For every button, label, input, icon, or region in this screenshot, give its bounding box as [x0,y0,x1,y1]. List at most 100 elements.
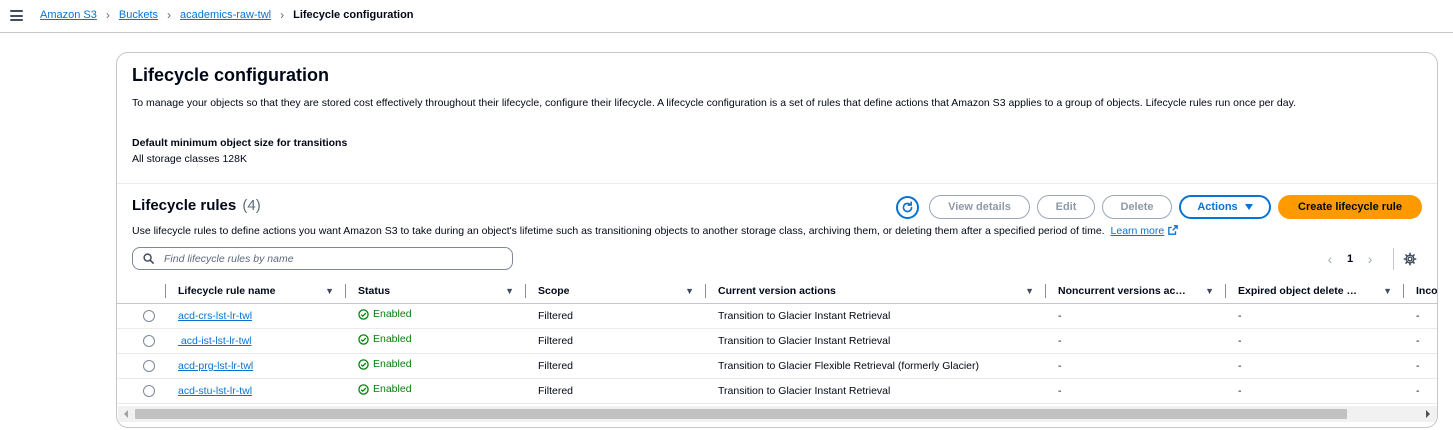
expired-object-delete-cell: - [1226,353,1404,379]
lifecycle-rules-heading: Lifecycle rules (4) [132,197,261,214]
column-header-noncurrent-versions-actions[interactable]: Noncurrent versions ac… ▼ [1046,279,1226,304]
column-header-expired-object-delete[interactable]: Expired object delete … ▼ [1226,279,1404,304]
column-header-current-version-actions[interactable]: Current version actions ▼ [706,279,1046,304]
top-navigation-bar: Amazon S3 › Buckets › academics-raw-twl … [0,0,1453,33]
scroll-left-arrow-icon[interactable] [124,410,128,418]
learn-more-label: Learn more [1110,225,1165,237]
breadcrumb-link-bucket[interactable]: academics-raw-twl [180,9,271,21]
expired-object-delete-cell: - [1226,303,1404,329]
sort-icon[interactable]: ▼ [1205,286,1214,296]
rule-name-link[interactable]: acd-prg-lst-lr-twl [178,360,253,372]
column-label: Lifecycle rule name [178,284,276,297]
caret-down-icon [1244,204,1253,210]
row-radio-button[interactable] [143,309,155,322]
incomplete-cell: - [1404,378,1437,404]
actions-dropdown-button[interactable]: Actions [1179,195,1271,219]
table-row[interactable]: acd-stu-lst-lr-twl Enabled Filtered Tran… [117,378,1437,404]
page-number[interactable]: 1 [1347,253,1353,265]
scope-cell: Filtered [526,353,706,379]
current-version-actions-cell: Transition to Glacier Instant Retrieval [706,303,1046,329]
column-header-scope[interactable]: Scope ▼ [526,279,706,304]
row-radio-button[interactable] [143,384,155,397]
next-page-icon[interactable]: › [1363,251,1377,267]
check-circle-icon [358,384,369,395]
external-link-icon [1168,225,1179,235]
column-label: Noncurrent versions ac… [1058,284,1186,297]
rule-name-cell: acd-ist-lst-lr-twl [166,328,346,354]
create-lifecycle-rule-button[interactable]: Create lifecycle rule [1278,195,1422,219]
sort-icon[interactable]: ▼ [1025,286,1034,296]
row-select-cell [117,328,166,354]
chevron-right-icon: › [105,8,110,22]
breadcrumb-link-buckets[interactable]: Buckets [119,9,158,21]
check-circle-icon [358,334,369,345]
min-size-value: All storage classes 128K [132,153,247,165]
refresh-button[interactable] [896,196,919,219]
column-label: Scope [538,284,570,297]
status-text: Enabled [373,308,412,321]
learn-more-link[interactable]: Learn more [1111,225,1179,237]
status-cell: Enabled [346,353,526,379]
status-badge: Enabled [358,383,412,395]
table-header-row: Lifecycle rule name ▼ Status ▼ Scope ▼ Curr… [117,279,1438,304]
noncurrent-versions-actions-cell: - [1046,303,1226,329]
check-circle-icon [358,309,369,320]
lifecycle-rules-table: Lifecycle rule name ▼ Status ▼ Scope ▼ Curr… [117,279,1438,404]
table-row[interactable]: acd-ist-lst-lr-twl Enabled Filtered Tran… [117,328,1437,354]
column-label: Inco [1416,284,1438,297]
scroll-right-arrow-icon[interactable] [1426,410,1430,418]
column-header-status[interactable]: Status ▼ [346,279,526,304]
sort-icon[interactable]: ▼ [685,286,694,296]
scrollbar-thumb[interactable] [135,409,1347,419]
status-cell: Enabled [346,328,526,354]
previous-page-icon[interactable]: ‹ [1323,251,1337,267]
rule-name-link[interactable]: acd-crs-lst-lr-twl [178,310,252,322]
table-row[interactable]: acd-prg-lst-lr-twl Enabled Filtered Tran… [117,353,1437,379]
row-radio-button[interactable] [143,334,155,347]
search-field[interactable] [132,247,513,270]
expired-object-delete-cell: - [1226,378,1404,404]
current-version-actions-cell: Transition to Glacier Instant Retrieval [706,378,1046,404]
rule-name-link[interactable]: acd-ist-lst-lr-twl [178,335,252,347]
lifecycle-rules-count: (4) [242,197,261,214]
rule-name-cell: acd-crs-lst-lr-twl [166,303,346,329]
incomplete-cell: - [1404,353,1437,379]
current-version-actions-cell: Transition to Glacier Instant Retrieval [706,328,1046,354]
chevron-right-icon: › [167,8,172,22]
breadcrumb-link-amazon-s3[interactable]: Amazon S3 [40,9,97,21]
row-radio-button[interactable] [143,359,155,372]
incomplete-cell: - [1404,328,1437,354]
sort-icon[interactable]: ▼ [1383,286,1392,296]
noncurrent-versions-actions-cell: - [1046,353,1226,379]
sort-icon[interactable]: ▼ [505,286,514,296]
delete-button[interactable]: Delete [1102,195,1172,219]
gear-icon[interactable] [1403,252,1417,266]
row-select-cell [117,378,166,404]
status-text: Enabled [373,333,412,346]
rule-name-cell: acd-prg-lst-lr-twl [166,353,346,379]
column-header-rule-name[interactable]: Lifecycle rule name ▼ [166,279,346,304]
column-label: Status [358,284,391,297]
scope-cell: Filtered [526,303,706,329]
expired-object-delete-cell: - [1226,328,1404,354]
actions-label: Actions [1197,201,1238,213]
search-input[interactable] [162,251,492,266]
lifecycle-rules-description-text: Use lifecycle rules to define actions yo… [132,225,1105,237]
status-badge: Enabled [358,358,412,370]
status-cell: Enabled [346,303,526,329]
row-select-cell [117,303,166,329]
hamburger-icon[interactable] [10,10,23,21]
sort-icon[interactable]: ▼ [325,286,334,296]
noncurrent-versions-actions-cell: - [1046,378,1226,404]
edit-button[interactable]: Edit [1037,195,1095,219]
column-header-incomplete[interactable]: Inco [1404,279,1438,304]
lifecycle-configuration-card: Lifecycle configuration To manage your o… [116,52,1438,428]
scope-cell: Filtered [526,378,706,404]
breadcrumb: Amazon S3 › Buckets › academics-raw-twl … [40,9,414,21]
horizontal-scrollbar[interactable] [118,406,1437,422]
table-row[interactable]: acd-crs-lst-lr-twl Enabled Filtered Tran… [117,303,1437,329]
view-details-button[interactable]: View details [929,195,1030,219]
noncurrent-versions-actions-cell: - [1046,328,1226,354]
rule-name-link[interactable]: acd-stu-lst-lr-twl [178,385,252,397]
current-version-actions-cell: Transition to Glacier Flexible Retrieval… [706,353,1046,379]
